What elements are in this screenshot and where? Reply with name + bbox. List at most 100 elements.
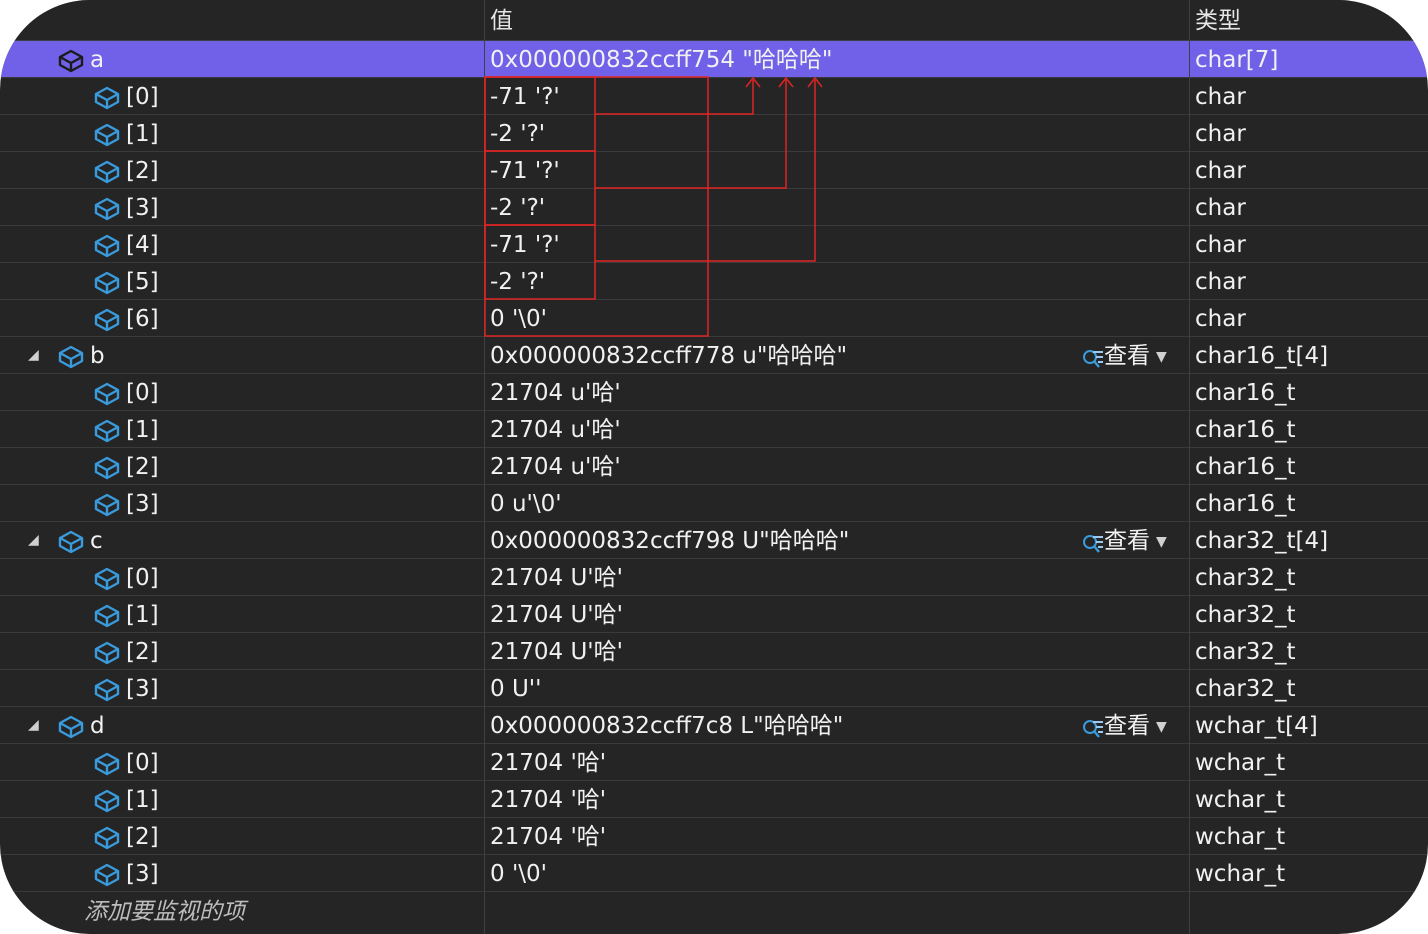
variable-icon xyxy=(92,638,122,666)
variable-value[interactable]: 0x000000832ccff798 U"哈哈哈" xyxy=(490,522,849,558)
variable-icon xyxy=(92,268,122,296)
view-button-label: 查看 xyxy=(1104,343,1150,369)
watch-row[interactable]: [0] 21704 U'哈' char32_t xyxy=(0,559,1428,596)
collapse-toggle-icon[interactable]: ◢ xyxy=(28,522,39,558)
variable-icon xyxy=(92,157,122,185)
variable-name: [0] xyxy=(126,84,159,110)
variable-icon xyxy=(92,305,122,333)
variable-name: [0] xyxy=(126,380,159,406)
variable-icon xyxy=(92,749,122,777)
variable-value[interactable]: 0x000000832ccff7c8 L"哈哈哈" xyxy=(490,707,843,743)
variable-type: char32_t xyxy=(1195,602,1296,628)
variable-value[interactable]: 21704 u'哈' xyxy=(490,448,621,484)
variable-value[interactable]: 0x000000832ccff754 "哈哈哈" xyxy=(490,41,832,77)
collapse-toggle-icon[interactable]: ◢ xyxy=(28,337,39,373)
visualizer-view-button[interactable]: 查看 ▼ xyxy=(1082,522,1167,558)
variable-value[interactable]: 21704 '哈' xyxy=(490,781,606,817)
variable-value[interactable]: 0 '\0' xyxy=(490,300,547,336)
variable-value[interactable]: 0 '\0' xyxy=(490,855,547,891)
variable-value[interactable]: 21704 u'哈' xyxy=(490,411,621,447)
variable-icon xyxy=(92,601,122,629)
watch-row[interactable]: a 0x000000832ccff754 "哈哈哈" char[7] xyxy=(0,41,1428,78)
watch-row[interactable]: [1] -2 '?' char xyxy=(0,115,1428,152)
variable-icon xyxy=(92,786,122,814)
chevron-down-icon[interactable]: ▼ xyxy=(1156,708,1167,746)
variable-value[interactable]: 21704 U'哈' xyxy=(490,559,623,595)
watch-row[interactable]: [2] 21704 u'哈' char16_t xyxy=(0,448,1428,485)
column-header-value[interactable]: 值 xyxy=(490,0,513,40)
variable-type: char xyxy=(1195,232,1246,258)
add-watch-placeholder[interactable]: 添加要监视的项 xyxy=(84,894,245,930)
variable-value[interactable]: -2 '?' xyxy=(490,189,545,225)
variable-name: [0] xyxy=(126,750,159,776)
visualizer-view-button[interactable]: 查看 ▼ xyxy=(1082,337,1167,373)
variable-value[interactable]: 0 U'' xyxy=(490,670,541,706)
variable-value[interactable]: -71 '?' xyxy=(490,226,560,262)
watch-row[interactable]: [4] -71 '?' char xyxy=(0,226,1428,263)
variable-type: char32_t xyxy=(1195,639,1296,665)
variable-name: [2] xyxy=(126,454,159,480)
variable-type: char xyxy=(1195,84,1246,110)
variable-value[interactable]: 0x000000832ccff778 u"哈哈哈" xyxy=(490,337,847,373)
variable-name: c xyxy=(90,528,103,554)
variable-value[interactable]: -71 '?' xyxy=(490,152,560,188)
variable-name: [5] xyxy=(126,269,159,295)
variable-type: char32_t xyxy=(1195,565,1296,591)
watch-row[interactable]: [1] 21704 u'哈' char16_t xyxy=(0,411,1428,448)
variable-value[interactable]: 21704 u'哈' xyxy=(490,374,621,410)
watch-row[interactable]: [2] -71 '?' char xyxy=(0,152,1428,189)
watch-row[interactable]: [1] 21704 U'哈' char32_t xyxy=(0,596,1428,633)
watch-row[interactable]: [1] 21704 '哈' wchar_t xyxy=(0,781,1428,818)
variable-type: wchar_t xyxy=(1195,787,1286,813)
variable-value[interactable]: 21704 U'哈' xyxy=(490,633,623,669)
variable-icon xyxy=(92,860,122,888)
variable-name: [2] xyxy=(126,639,159,665)
variable-value[interactable]: -2 '?' xyxy=(490,263,545,299)
column-divider-type[interactable] xyxy=(1189,0,1190,934)
visualizer-view-button[interactable]: 查看 ▼ xyxy=(1082,707,1167,743)
watch-row[interactable]: [0] -71 '?' char xyxy=(0,78,1428,115)
variable-icon xyxy=(92,675,122,703)
variable-name: [3] xyxy=(126,491,159,517)
watch-row[interactable]: [0] 21704 '哈' wchar_t xyxy=(0,744,1428,781)
variable-name: [3] xyxy=(126,861,159,887)
column-header-type[interactable]: 类型 xyxy=(1195,0,1241,40)
variable-value[interactable]: 21704 U'哈' xyxy=(490,596,623,632)
column-divider-value[interactable] xyxy=(484,0,485,934)
watch-row[interactable]: ◢ c 0x000000832ccff798 U"哈哈哈" 查看 ▼ char32_t[4… xyxy=(0,522,1428,559)
variable-icon xyxy=(92,416,122,444)
watch-row[interactable]: [3] -2 '?' char xyxy=(0,189,1428,226)
variable-type: char xyxy=(1195,269,1246,295)
variable-value[interactable]: 0 u'\0' xyxy=(490,485,562,521)
variable-type: char16_t xyxy=(1195,491,1296,517)
watch-row[interactable]: [5] -2 '?' char xyxy=(0,263,1428,300)
chevron-down-icon[interactable]: ▼ xyxy=(1156,523,1167,561)
watch-window: 值 类型 a 0x000000832ccff754 "哈哈哈" char[7] [0]… xyxy=(0,0,1428,934)
variable-name: b xyxy=(90,343,105,369)
variable-value[interactable]: -2 '?' xyxy=(490,115,545,151)
variable-type: char16_t xyxy=(1195,417,1296,443)
variable-value[interactable]: 21704 '哈' xyxy=(490,744,606,780)
variable-name: a xyxy=(90,47,105,73)
watch-row[interactable]: [6] 0 '\0' char xyxy=(0,300,1428,337)
variable-icon xyxy=(92,231,122,259)
watch-row[interactable]: ◢ b 0x000000832ccff778 u"哈哈哈" 查看 ▼ char16_t[4… xyxy=(0,337,1428,374)
watch-row[interactable]: ◢ d 0x000000832ccff7c8 L"哈哈哈" 查看 ▼ wchar_t[4] xyxy=(0,707,1428,744)
variable-name: [0] xyxy=(126,565,159,591)
variable-name: [1] xyxy=(126,121,159,147)
variable-type: char[7] xyxy=(1195,47,1279,73)
variable-type: wchar_t xyxy=(1195,824,1286,850)
watch-row[interactable]: [0] 21704 u'哈' char16_t xyxy=(0,374,1428,411)
variable-value[interactable]: -71 '?' xyxy=(490,78,560,114)
watch-row[interactable]: [3] 0 u'\0' char16_t xyxy=(0,485,1428,522)
chevron-down-icon[interactable]: ▼ xyxy=(1156,338,1167,376)
variable-name: d xyxy=(90,713,105,739)
variable-type: char32_t xyxy=(1195,676,1296,702)
watch-row[interactable]: [3] 0 U'' char32_t xyxy=(0,670,1428,707)
variable-value[interactable]: 21704 '哈' xyxy=(490,818,606,854)
watch-row[interactable]: [3] 0 '\0' wchar_t xyxy=(0,855,1428,892)
variable-icon xyxy=(92,83,122,111)
collapse-toggle-icon[interactable]: ◢ xyxy=(28,707,39,743)
watch-row[interactable]: [2] 21704 '哈' wchar_t xyxy=(0,818,1428,855)
watch-row[interactable]: [2] 21704 U'哈' char32_t xyxy=(0,633,1428,670)
